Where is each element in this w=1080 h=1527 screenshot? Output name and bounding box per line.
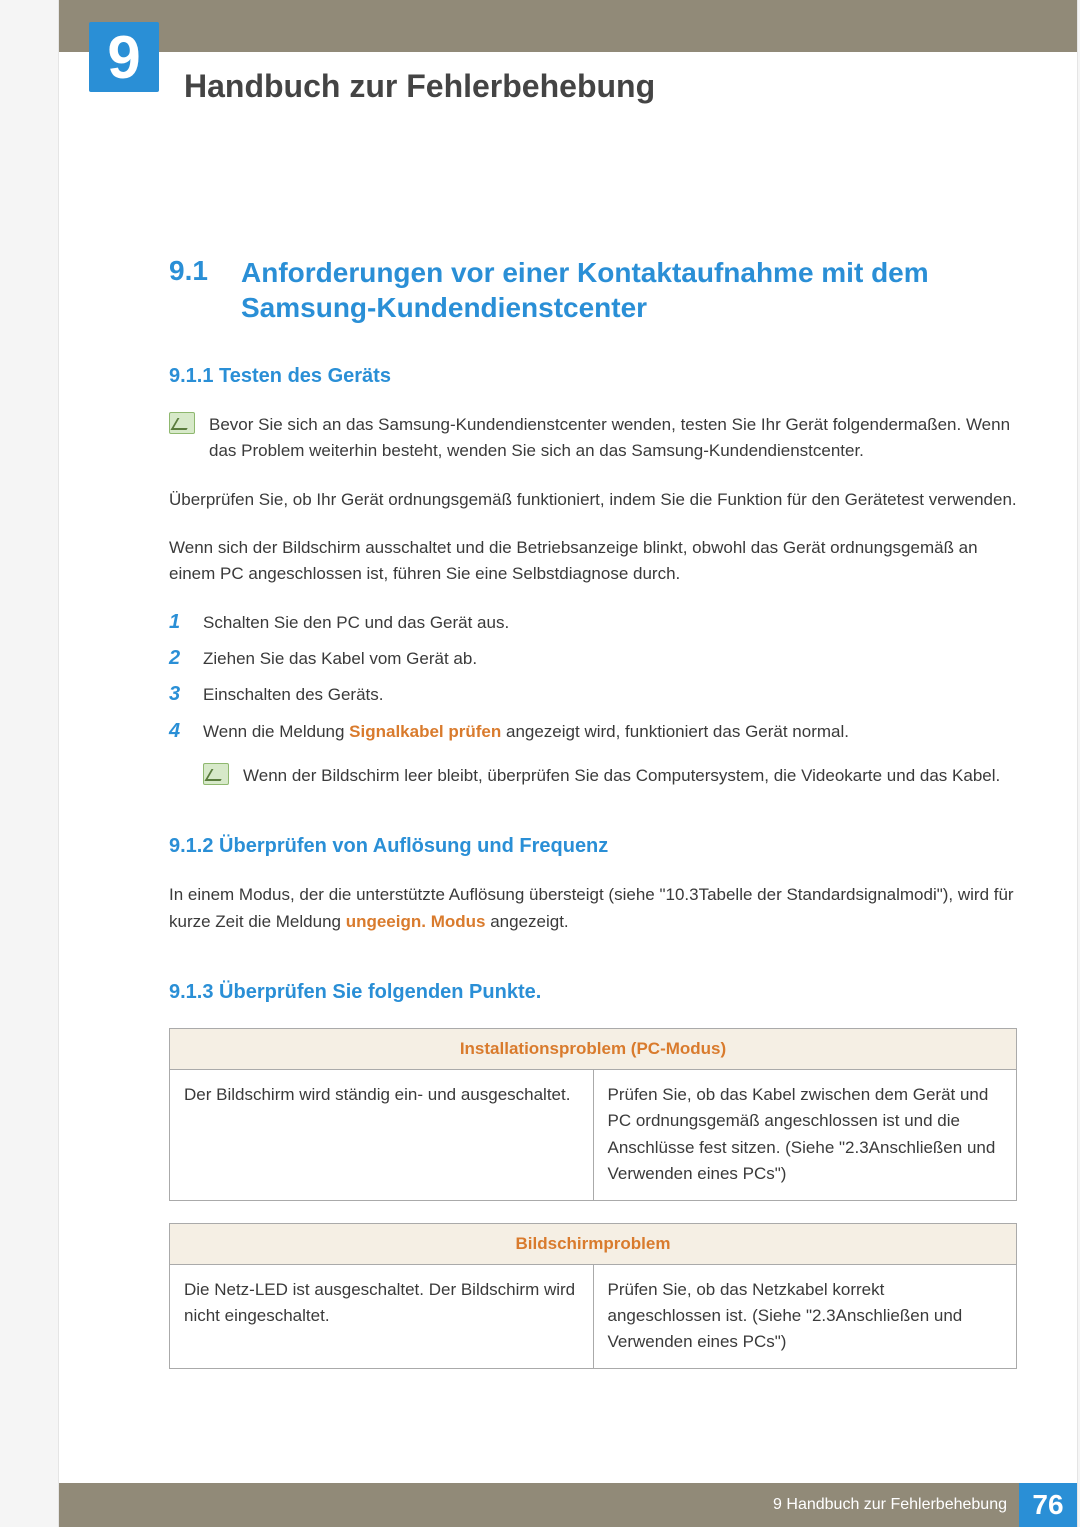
- step-text: Schalten Sie den PC und das Gerät aus.: [203, 610, 509, 636]
- step-item: 2 Ziehen Sie das Kabel vom Gerät ab.: [169, 646, 1017, 672]
- note-block: Wenn der Bildschirm leer bleibt, überprü…: [203, 763, 1017, 789]
- step-text-pre: Wenn die Meldung: [203, 722, 349, 741]
- table-installation-problem: Installationsproblem (PC-Modus) Der Bild…: [169, 1028, 1017, 1200]
- step-number: 4: [169, 720, 189, 743]
- table-header: Bildschirmproblem: [170, 1223, 1017, 1264]
- section-number: 9.1: [169, 255, 227, 325]
- header-bar: [59, 0, 1077, 52]
- footer-chapter-label: 9 Handbuch zur Fehlerbehebung: [773, 1496, 1007, 1514]
- page-number: 76: [1032, 1489, 1063, 1521]
- text-bold: ungeeign. Modus: [346, 912, 486, 931]
- step-number: 2: [169, 647, 189, 670]
- body-paragraph: In einem Modus, der die unterstützte Auf…: [169, 882, 1017, 935]
- table-cell-solution: Prüfen Sie, ob das Kabel zwischen dem Ge…: [593, 1070, 1017, 1200]
- table-cell-solution: Prüfen Sie, ob das Netzkabel korrekt ang…: [593, 1264, 1017, 1368]
- step-text: Einschalten des Geräts.: [203, 682, 383, 708]
- table-screen-problem: Bildschirmproblem Die Netz-LED ist ausge…: [169, 1223, 1017, 1369]
- table-row: Der Bildschirm wird ständig ein- und aus…: [170, 1070, 1017, 1200]
- chapter-number: 9: [107, 23, 140, 92]
- content-area: 9.1 Anforderungen vor einer Kontaktaufna…: [59, 105, 1077, 1483]
- table-cell-problem: Die Netz-LED ist ausgeschaltet. Der Bild…: [170, 1264, 594, 1368]
- chapter-number-badge: 9: [89, 22, 159, 92]
- body-paragraph: Überprüfen Sie, ob Ihr Gerät ordnungsgem…: [169, 487, 1017, 513]
- step-number: 1: [169, 611, 189, 634]
- step-text: Wenn die Meldung Signalkabel prüfen ange…: [203, 719, 849, 745]
- table-cell-problem: Der Bildschirm wird ständig ein- und aus…: [170, 1070, 594, 1200]
- note-text: Wenn der Bildschirm leer bleibt, überprü…: [243, 763, 1000, 789]
- step-list: 1 Schalten Sie den PC und das Gerät aus.…: [169, 610, 1017, 745]
- step-bold: Signalkabel prüfen: [349, 722, 501, 741]
- note-block: Bevor Sie sich an das Samsung-Kundendien…: [169, 412, 1017, 465]
- step-item: 1 Schalten Sie den PC und das Gerät aus.: [169, 610, 1017, 636]
- note-icon: [169, 412, 195, 434]
- footer-bar: 9 Handbuch zur Fehlerbehebung 76: [59, 1483, 1077, 1527]
- step-text: Ziehen Sie das Kabel vom Gerät ab.: [203, 646, 477, 672]
- note-icon: [203, 763, 229, 785]
- chapter-title: Handbuch zur Fehlerbehebung: [184, 68, 1077, 105]
- subsection-911-heading: 9.1.1 Testen des Geräts: [169, 365, 1017, 388]
- text-pre: In einem Modus, der die unterstützte Auf…: [169, 885, 1014, 930]
- step-item: 3 Einschalten des Geräts.: [169, 682, 1017, 708]
- body-paragraph: Wenn sich der Bildschirm ausschaltet und…: [169, 535, 1017, 588]
- note-text: Bevor Sie sich an das Samsung-Kundendien…: [209, 412, 1017, 465]
- table-row: Die Netz-LED ist ausgeschaltet. Der Bild…: [170, 1264, 1017, 1368]
- subsection-913-heading: 9.1.3 Überprüfen Sie folgenden Punkte.: [169, 981, 1017, 1004]
- page-frame: 9 Handbuch zur Fehlerbehebung 9.1 Anford…: [58, 0, 1078, 1527]
- text-post: angezeigt.: [485, 912, 568, 931]
- step-number: 3: [169, 683, 189, 706]
- section-heading: 9.1 Anforderungen vor einer Kontaktaufna…: [169, 255, 1017, 325]
- table-header: Installationsproblem (PC-Modus): [170, 1029, 1017, 1070]
- step-item: 4 Wenn die Meldung Signalkabel prüfen an…: [169, 719, 1017, 745]
- step-text-post: angezeigt wird, funktioniert das Gerät n…: [501, 722, 849, 741]
- section-title: Anforderungen vor einer Kontaktaufnahme …: [241, 255, 1017, 325]
- page-number-box: 76: [1019, 1483, 1077, 1527]
- subsection-912-heading: 9.1.2 Überprüfen von Auflösung und Frequ…: [169, 835, 1017, 858]
